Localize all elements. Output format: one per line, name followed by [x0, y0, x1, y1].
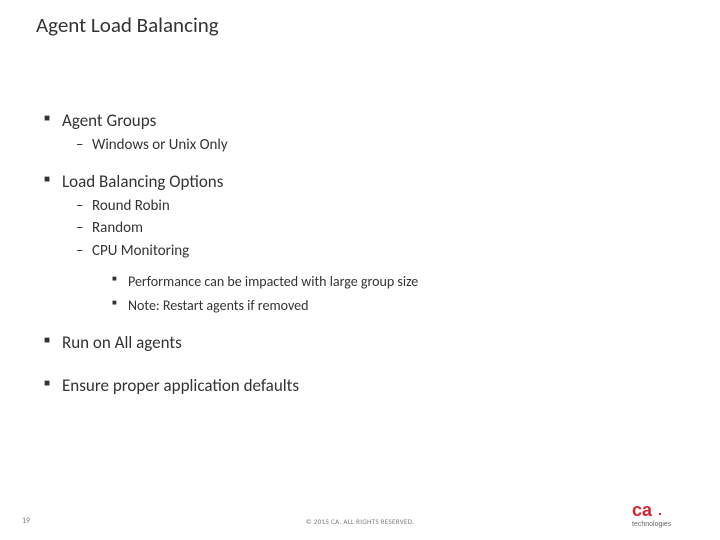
- content-body: Agent Groups Windows or Unix Only Load B…: [36, 110, 676, 400]
- bullet-ensure-defaults: Ensure proper application defaults: [36, 375, 676, 398]
- bullet-run-all-agents: Run on All agents: [36, 332, 676, 355]
- footer-copyright: © 2015 CA. ALL RIGHTS RESERVED.: [0, 517, 720, 526]
- spacer: [36, 263, 676, 271]
- bullet-agent-groups: Agent Groups: [36, 110, 676, 133]
- bullet-load-balancing: Load Balancing Options: [36, 171, 676, 194]
- ca-logo-subtext: technologies: [632, 521, 672, 528]
- subbullet-random: Random: [36, 218, 676, 238]
- slide: Agent Load Balancing Agent Groups Window…: [0, 0, 720, 540]
- spacer: [36, 318, 676, 332]
- slide-title: Agent Load Balancing: [36, 12, 219, 38]
- ca-logo-mark: ca: [632, 500, 653, 520]
- subbullet-round-robin: Round Robin: [36, 196, 676, 216]
- subsub-restart-note: Note: Restart agents if removed: [36, 295, 676, 317]
- ca-logo: ca technologies: [632, 500, 702, 530]
- subbullet-win-unix: Windows or Unix Only: [36, 135, 676, 155]
- spacer: [36, 357, 676, 375]
- subbullet-cpu-monitoring: CPU Monitoring: [36, 241, 676, 261]
- spacer: [36, 157, 676, 171]
- subsub-performance: Performance can be impacted with large g…: [36, 271, 676, 293]
